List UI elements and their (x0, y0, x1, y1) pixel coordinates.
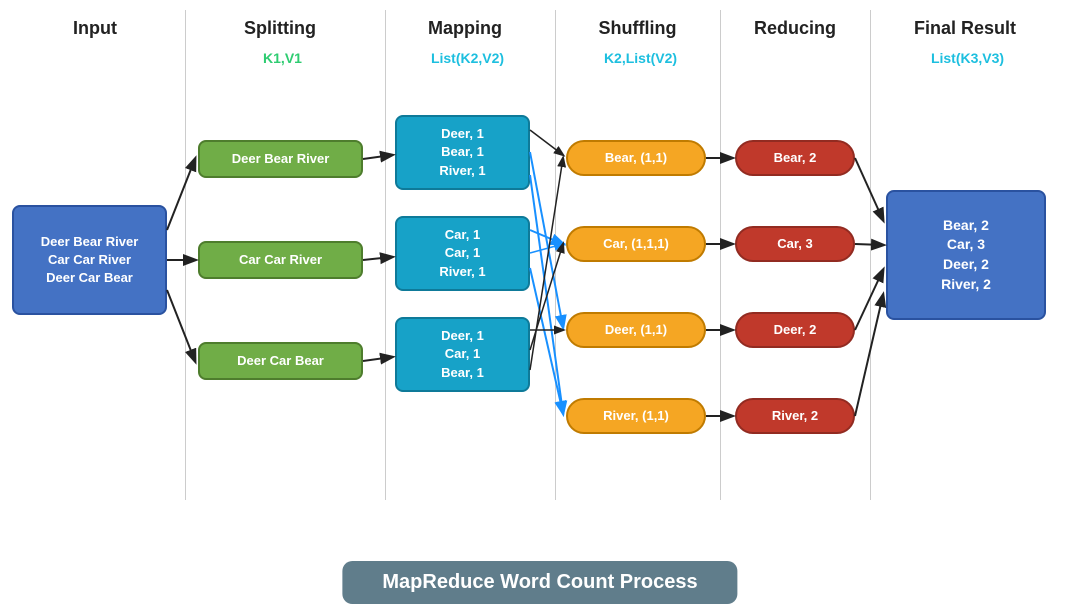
header-mapping: Mapping (390, 18, 540, 39)
bottom-label: MapReduce Word Count Process (342, 561, 737, 604)
sublabel-mapping: List(K2,V2) (395, 50, 540, 66)
map-box-2: Car, 1 Car, 1 River, 1 (395, 216, 530, 291)
divider-4 (720, 10, 721, 500)
split-box-2: Car Car River (198, 241, 363, 279)
sublabel-splitting: K1,V1 (200, 50, 365, 66)
header-splitting: Splitting (195, 18, 365, 39)
split-box-1: Deer Bear River (198, 140, 363, 178)
header-final: Final Result (880, 18, 1050, 39)
shuffle-box-3: Deer, (1,1) (566, 312, 706, 348)
sublabel-final: List(K3,V3) (885, 50, 1050, 66)
map-box-1: Deer, 1 Bear, 1 River, 1 (395, 115, 530, 190)
final-box: Bear, 2 Car, 3 Deer, 2 River, 2 (886, 190, 1046, 320)
reduce-box-1: Bear, 2 (735, 140, 855, 176)
divider-2 (385, 10, 386, 500)
reduce-box-4: River, 2 (735, 398, 855, 434)
sublabel-shuffling: K2,List(V2) (568, 50, 713, 66)
reduce-box-2: Car, 3 (735, 226, 855, 262)
map-box-3: Deer, 1 Car, 1 Bear, 1 (395, 317, 530, 392)
shuffle-box-4: River, (1,1) (566, 398, 706, 434)
reduce-box-3: Deer, 2 (735, 312, 855, 348)
shuffle-box-2: Car, (1,1,1) (566, 226, 706, 262)
split-box-3: Deer Car Bear (198, 342, 363, 380)
diagram: Input Splitting Mapping Shuffling Reduci… (0, 0, 1080, 560)
header-shuffling: Shuffling (565, 18, 710, 39)
divider-3 (555, 10, 556, 500)
header-reducing: Reducing (730, 18, 860, 39)
divider-1 (185, 10, 186, 500)
shuffle-box-1: Bear, (1,1) (566, 140, 706, 176)
divider-5 (870, 10, 871, 500)
input-box: Deer Bear River Car Car River Deer Car B… (12, 205, 167, 315)
header-input: Input (20, 18, 170, 39)
